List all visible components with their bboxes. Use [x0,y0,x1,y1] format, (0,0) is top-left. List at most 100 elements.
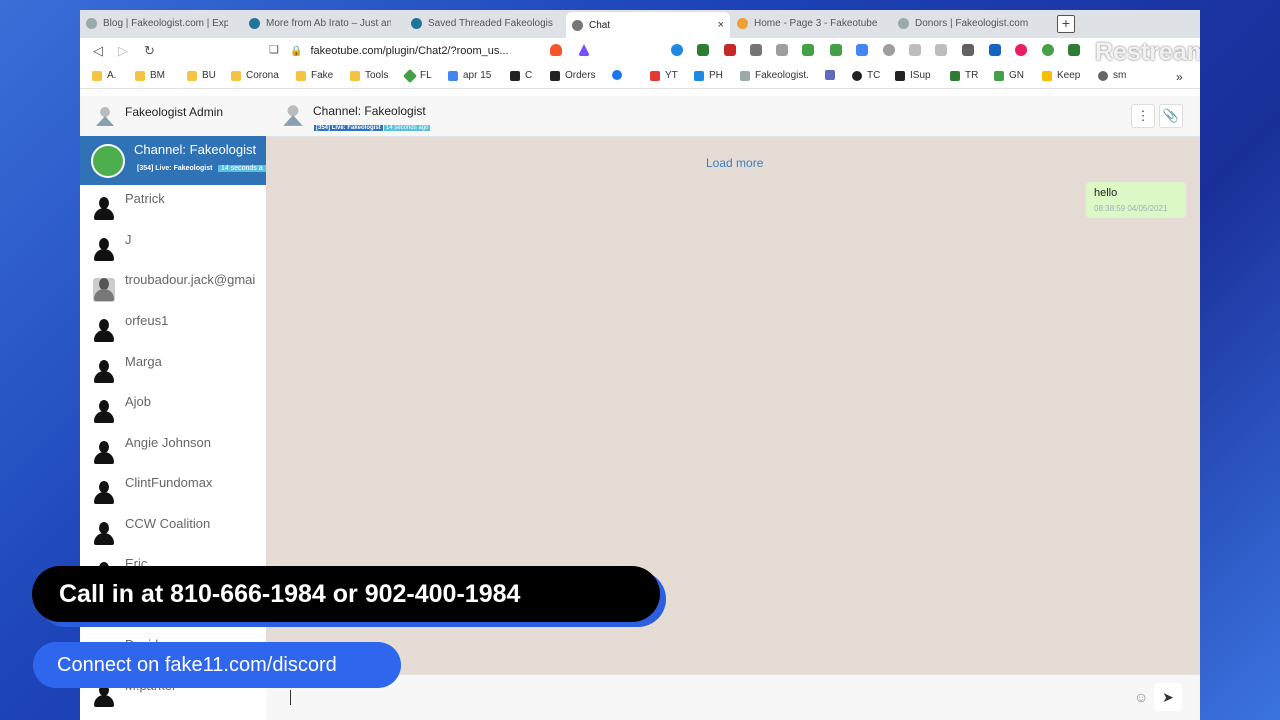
new-tab-button[interactable]: + [1057,15,1075,33]
bookmark-link[interactable]: Keep [1042,70,1080,81]
user-silhouette-icon [93,441,115,465]
folder-icon [231,70,241,81]
back-icon[interactable]: ◁ [93,43,103,59]
more-options-button[interactable]: ⋮ [1131,104,1155,128]
contact-name: Ajob [125,394,152,409]
image-extension-icon[interactable] [776,44,788,56]
tab-title: Donors | Fakeologist.com [915,17,1029,29]
url-text: fakeotube.com/plugin/Chat2/?room_us... [310,45,509,57]
tab-chat[interactable]: Chat × [566,12,730,38]
more-bookmarks-button[interactable]: » [1176,70,1183,84]
list-extension-icon[interactable] [962,44,974,56]
forward-icon[interactable]: ▷ [118,43,128,59]
tab-saved-threaded[interactable]: Saved Threaded Fakeologist [405,12,559,34]
channel-name: Channel: Fakeologist [134,142,257,157]
bookmark-folder[interactable]: Fake [296,70,333,81]
emoji-icon[interactable]: ☺ [1134,689,1148,705]
counter-extension-icon[interactable] [802,44,814,56]
d-extension-icon[interactable] [989,44,1001,56]
amazon-icon [550,70,560,81]
bookmark-folder[interactable]: BU [187,70,216,81]
brave-rewards-icon[interactable] [578,44,590,56]
load-more-link[interactable]: Load more [706,156,763,170]
bookmark-link[interactable]: Fakeologist. [740,70,809,81]
b-extension-icon[interactable] [1042,44,1054,56]
channel-avatar [91,144,125,178]
bookmark-link[interactable]: FL [402,68,432,83]
fakeologist-icon [898,17,909,29]
fakeologist-icon [740,70,750,81]
translate-extension-icon[interactable] [856,44,868,56]
download-extension-icon[interactable] [830,44,842,56]
message-bubble-outgoing: hello 08:38:59 04/05/2021 [1086,182,1186,218]
user-silhouette-icon [93,238,115,262]
contact-item[interactable]: Patrick [80,185,266,225]
channel-list-item[interactable]: Channel: Fakeologist [354] Live: Fakeolo… [80,136,266,185]
bookmark-folder[interactable]: A. [92,70,116,81]
drop-extension-icon[interactable] [671,44,683,56]
sheets-extension-icon[interactable] [697,44,709,56]
address-bar[interactable]: 🔒 fakeotube.com/plugin/Chat2/?room_us... [290,41,540,61]
contact-item[interactable]: ClintFundomax [80,469,266,509]
cloud-extension-icon[interactable] [909,44,921,56]
bookmark-link[interactable]: C [510,70,532,81]
tab-ab-irato[interactable]: More from Ab Irato – Just an [243,12,397,34]
send-button[interactable]: ➤ [1154,683,1182,711]
contact-item[interactable]: Marga [80,348,266,388]
screen-extension-icon[interactable] [1068,44,1080,56]
contact-item[interactable]: Angie Johnson [80,429,266,469]
tab-donors[interactable]: Donors | Fakeologist.com [892,12,1046,34]
restream-watermark: Restream [1095,38,1200,66]
contact-item[interactable]: J [80,226,266,266]
cross-icon [950,70,960,81]
bookmark-link[interactable]: apr 15 [448,70,491,81]
fakeologist-logo-icon [283,105,303,126]
color-extension-icon[interactable] [1015,44,1027,56]
bookmark-link[interactable]: PH [694,70,723,81]
contact-item[interactable]: CCW Coalition [80,510,266,550]
contact-item[interactable]: Ajob [80,388,266,428]
close-tab-icon[interactable]: × [718,19,724,31]
tab-strip: Blog | Fakeologist.com | Exp More from A… [80,10,1200,38]
user-silhouette-icon [93,400,115,424]
attach-button[interactable]: 📎 [1159,104,1183,128]
contact-item[interactable]: troubadour.jack@gmai [80,266,266,306]
tab-blog[interactable]: Blog | Fakeologist.com | Exp [80,12,234,34]
contact-name: J [125,232,132,247]
record-extension-icon[interactable] [883,44,895,56]
bookmark-link[interactable] [825,70,840,80]
bookmark-page-icon[interactable]: ❏ [269,43,279,56]
bookmark-link[interactable]: TR [950,70,978,81]
bookmark-link[interactable]: YT [650,70,678,81]
fakeologist-icon [86,17,97,29]
contact-name: Patrick [125,191,165,206]
bookmark-link[interactable]: sm [1098,70,1126,81]
facebook-icon [612,70,622,80]
contact-name: Angie Johnson [125,435,212,450]
contact-item[interactable]: orfeus1 [80,307,266,347]
camera-extension-icon[interactable] [750,44,762,56]
bookmark-link[interactable]: Orders [550,70,596,81]
bookmarks-bar: A. BM BU Corona Fake Tools FL apr 15 C O… [80,64,1200,89]
bookmark-link[interactable]: GN [994,70,1024,81]
tab-fakeotube-home[interactable]: Home - Page 3 - Fakeotube - [731,12,885,34]
kebab-menu-icon: ⋮ [1136,108,1150,123]
bookmark-link[interactable]: ISup [895,70,931,81]
user-silhouette-icon [93,197,115,221]
bookmark-link[interactable] [612,70,627,80]
contact-name: Marga [125,354,162,369]
bookmark-folder[interactable]: Tools [350,70,388,81]
bookmark-folder[interactable]: Corona [231,70,279,81]
reload-icon[interactable]: ↻ [144,43,155,59]
paperclip-icon: 📎 [1162,108,1180,123]
folder-icon [187,70,197,81]
dog-extension-icon[interactable] [935,44,947,56]
contact-name: orfeus1 [125,313,169,328]
bookmark-folder[interactable]: BM [135,70,165,81]
globe-icon [1098,70,1108,81]
brave-shield-icon[interactable] [550,44,562,56]
ublock-extension-icon[interactable] [724,44,736,56]
message-input[interactable] [290,690,291,705]
bookmark-link[interactable]: TC [852,70,880,81]
folder-icon [350,70,360,81]
